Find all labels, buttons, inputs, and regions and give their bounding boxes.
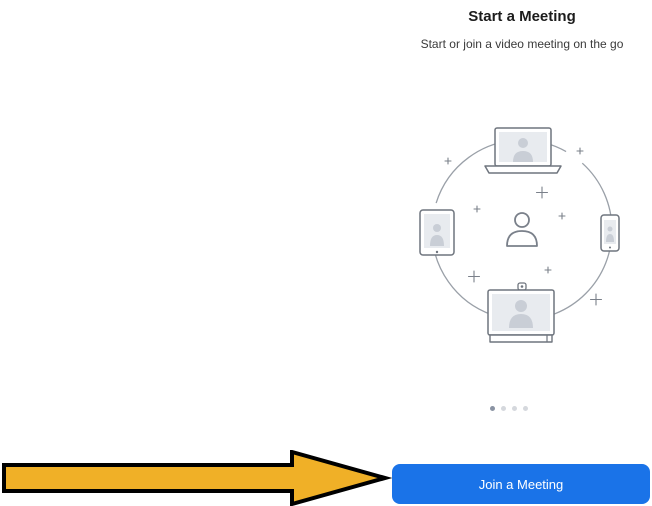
page-title: Start a Meeting: [468, 8, 576, 25]
page-dot[interactable]: [512, 406, 517, 411]
arrow-right-icon: [2, 450, 392, 506]
page-dot-active[interactable]: [490, 406, 495, 411]
video-meeting-devices-illustration: [419, 127, 620, 343]
page-dot[interactable]: [523, 406, 528, 411]
page-indicator: [490, 406, 550, 416]
room-system-icon: [487, 282, 555, 343]
join-meeting-button[interactable]: Join a Meeting: [392, 464, 650, 504]
laptop-icon: [484, 127, 562, 174]
tablet-icon: [419, 209, 455, 256]
phone-icon: [600, 214, 620, 252]
person-icon: [506, 212, 538, 247]
intro-header: Start a Meeting Start or join a video me…: [372, 6, 652, 52]
page-dot[interactable]: [501, 406, 506, 411]
page-subtitle: Start or join a video meeting on the go: [420, 37, 624, 51]
